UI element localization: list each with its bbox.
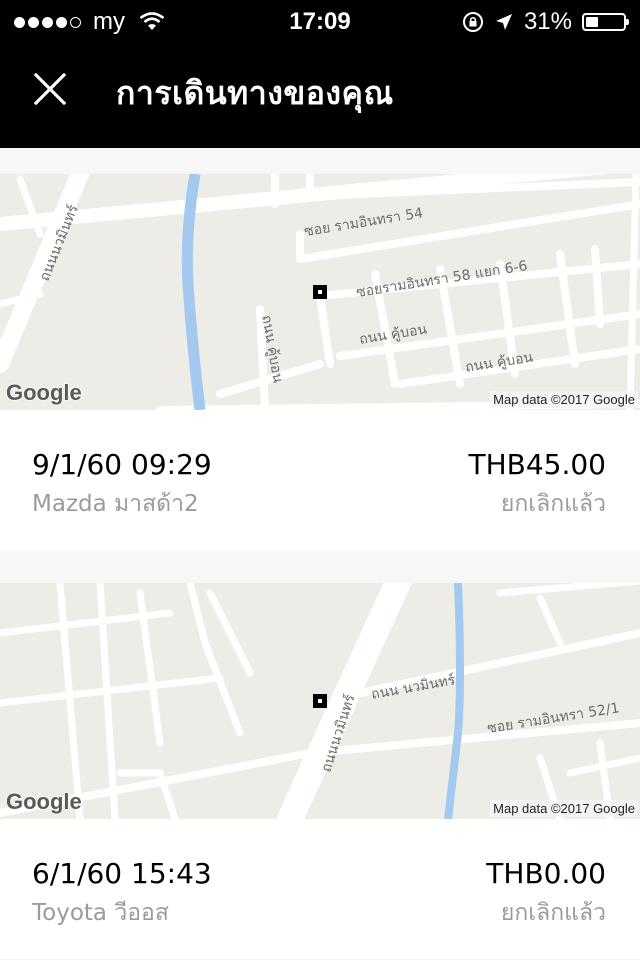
battery-percent: 31%	[523, 8, 572, 35]
nav-bar: การเดินทางของคุณ	[0, 40, 640, 148]
close-icon[interactable]	[34, 73, 66, 105]
trip-map: ถนน นวมินทร์ ซอย รามอินทรา 52/1 ถนนนวมิน…	[0, 583, 640, 819]
map-label: ซอย รามอินทรา 54	[303, 205, 424, 240]
trip-status: ยกเลิกแล้ว	[500, 491, 606, 517]
battery-icon	[582, 13, 629, 31]
trip-info: 9/1/60 09:29 Mazda มาสด้า2 THB45.00 ยกเล…	[0, 410, 640, 550]
google-logo: Google	[6, 380, 82, 405]
trip-vehicle: Toyota วีออส	[32, 900, 169, 926]
map-roads: ซอย รามอินทรา 54 ซอยรามอินทรา 58 แยก 6-6…	[0, 174, 640, 410]
status-bar: my 17:09 31%	[0, 0, 640, 40]
trip-map: ซอย รามอินทรา 54 ซอยรามอินทรา 58 แยก 6-6…	[0, 174, 640, 410]
trip-card[interactable]: ถนน นวมินทร์ ซอย รามอินทรา 52/1 ถนนนวมิน…	[0, 583, 640, 960]
rotation-lock-icon	[462, 12, 483, 32]
trip-card[interactable]: ซอย รามอินทรา 54 ซอยรามอินทรา 58 แยก 6-6…	[0, 174, 640, 550]
trip-datetime: 9/1/60 09:29	[32, 448, 212, 481]
google-logo: Google	[6, 789, 82, 814]
map-credit: Map data ©2017 Google	[490, 391, 638, 408]
map-label: ถนน นวมินทร์	[370, 671, 457, 703]
map-roads: ถนน นวมินทร์ ซอย รามอินทรา 52/1 ถนนนวมิน…	[0, 583, 640, 819]
map-credit: Map data ©2017 Google	[490, 800, 638, 817]
location-arrow-icon	[495, 14, 512, 30]
trip-datetime: 6/1/60 15:43	[32, 857, 212, 890]
page-title: การเดินทางของคุณ	[116, 74, 394, 112]
trip-fare: THB45.00	[468, 448, 606, 481]
trip-status: ยกเลิกแล้ว	[500, 900, 606, 926]
trip-vehicle: Mazda มาสด้า2	[32, 491, 199, 517]
trip-info: 6/1/60 15:43 Toyota วีออส THB0.00 ยกเลิก…	[0, 819, 640, 959]
trip-fare: THB0.00	[486, 857, 606, 890]
